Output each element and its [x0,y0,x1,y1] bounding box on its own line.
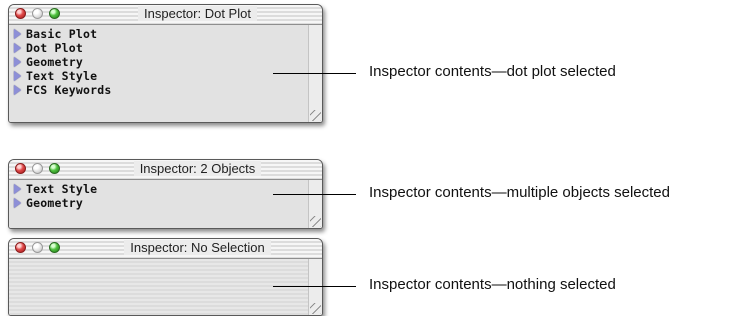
section-basic-plot[interactable]: Basic Plot [9,27,322,41]
resize-grip-icon[interactable] [310,110,321,121]
minimize-button[interactable] [32,242,43,253]
disclosure-triangle-icon[interactable] [14,29,21,39]
callout-line [273,286,356,287]
section-fcs-keywords[interactable]: FCS Keywords [9,83,322,97]
resize-grip-icon[interactable] [310,303,321,314]
section-label: Basic Plot [26,27,98,41]
callout-line [273,194,356,195]
section-dot-plot[interactable]: Dot Plot [9,41,322,55]
section-label: Text Style [26,69,98,83]
close-button[interactable] [15,242,26,253]
resize-grip-icon[interactable] [310,216,321,227]
disclosure-triangle-icon[interactable] [14,43,21,53]
window-title: Inspector: No Selection [81,240,314,255]
zoom-button[interactable] [49,8,60,19]
caption-multiple-objects: Inspector contents—multiple objects sele… [369,184,670,201]
section-label: Geometry [26,196,83,210]
title-bar[interactable]: Inspector: Dot Plot [9,5,322,25]
window-title: Inspector: 2 Objects [81,161,314,176]
disclosure-triangle-icon[interactable] [14,184,21,194]
title-bar[interactable]: Inspector: 2 Objects [9,160,322,180]
inspector-window-dot-plot: Inspector: Dot Plot Basic Plot Dot Plot … [8,4,323,123]
empty-content-area [9,259,309,315]
caption-dot-plot: Inspector contents—dot plot selected [369,63,616,80]
disclosure-triangle-icon[interactable] [14,57,21,67]
minimize-button[interactable] [32,163,43,174]
inspector-content: Text Style Geometry [9,180,322,228]
section-geometry[interactable]: Geometry [9,196,322,210]
close-button[interactable] [15,8,26,19]
section-label: Dot Plot [26,41,83,55]
title-bar[interactable]: Inspector: No Selection [9,239,322,259]
section-label: FCS Keywords [26,83,112,97]
window-title: Inspector: Dot Plot [81,6,314,21]
section-text-style[interactable]: Text Style [9,69,322,83]
disclosure-triangle-icon[interactable] [14,71,21,81]
caption-nothing-selected: Inspector contents—nothing selected [369,276,616,293]
inspector-content [9,259,322,315]
close-button[interactable] [15,163,26,174]
zoom-button[interactable] [49,163,60,174]
zoom-button[interactable] [49,242,60,253]
callout-line [273,73,356,74]
section-label: Text Style [26,182,98,196]
section-geometry[interactable]: Geometry [9,55,322,69]
inspector-window-no-selection: Inspector: No Selection [8,238,323,316]
section-label: Geometry [26,55,83,69]
minimize-button[interactable] [32,8,43,19]
disclosure-triangle-icon[interactable] [14,85,21,95]
disclosure-triangle-icon[interactable] [14,198,21,208]
